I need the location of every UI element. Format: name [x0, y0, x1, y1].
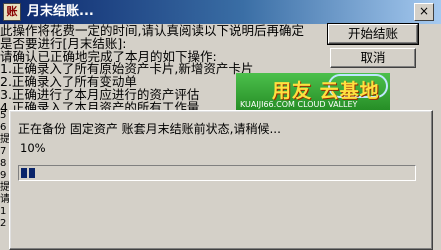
strip-line: 6 [0, 122, 7, 133]
strip-line: 5 [0, 110, 7, 121]
strip-line: 提 [0, 182, 9, 193]
start-closing-button[interactable]: 开始结账 [327, 23, 419, 45]
watermark-logo: 用友 云基地 KUAIJI66.COM CLOUD VALLEY [236, 73, 390, 113]
strip-line: 9 [0, 170, 7, 181]
watermark-main-text: 用友 云基地 [272, 80, 380, 102]
progress-bar [18, 165, 416, 181]
progress-status-text: 正在备份 固定资产 账套月末结账前状态,请稍候... [18, 122, 281, 136]
obscured-text-strip: 5 6 提 7 8 9 提 请 1 2 [0, 110, 9, 250]
progress-dialog: 正在备份 固定资产 账套月末结账前状态,请稍候... 10% [9, 110, 433, 250]
strip-line: 2 [0, 218, 7, 229]
strip-line: 8 [0, 158, 7, 169]
cancel-button[interactable]: 取消 [330, 48, 416, 68]
close-icon[interactable]: × [414, 3, 434, 21]
progress-percent: 10% [20, 141, 46, 155]
strip-line: 请 [0, 194, 9, 205]
strip-line: 7 [0, 146, 7, 157]
progress-bar-fill [21, 168, 37, 178]
strip-line: 1 [0, 206, 7, 217]
watermark-sub-text: KUAIJI66.COM CLOUD VALLEY [240, 100, 358, 109]
window-title: 月末结账... [27, 4, 94, 19]
strip-line: 提 [0, 134, 9, 145]
app-icon: 账 [3, 3, 21, 21]
title-bar: 账 月末结账... × [0, 0, 441, 24]
